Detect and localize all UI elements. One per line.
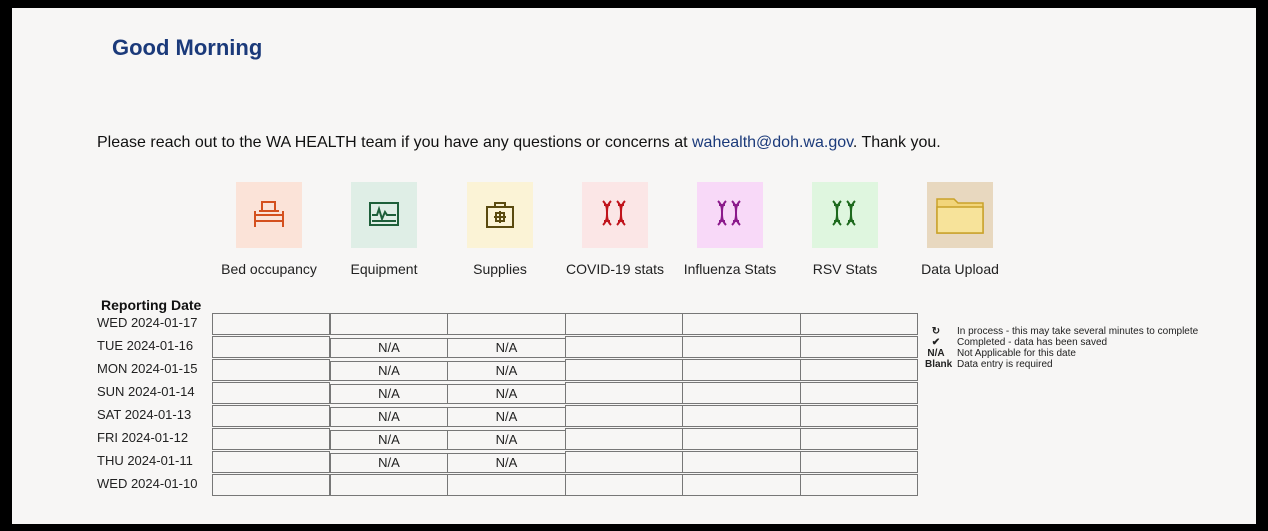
grid-cell-na: N/A	[330, 430, 448, 450]
grid-cell[interactable]	[565, 336, 683, 358]
tile-equipment[interactable]	[351, 182, 417, 248]
email-link[interactable]: wahealth@doh.wa.gov	[692, 134, 853, 151]
grid-cell[interactable]	[682, 474, 801, 496]
grid-cell[interactable]	[330, 313, 448, 335]
reporting-date: MON 2024-01-15	[97, 361, 198, 376]
grid-cell-na: N/A	[330, 361, 448, 381]
grid-cell[interactable]	[800, 313, 918, 335]
first-aid-kit-icon	[486, 202, 514, 228]
tile-label: RSV Stats	[812, 261, 878, 277]
grid-cell[interactable]	[565, 382, 683, 404]
tile-label: Data Upload	[921, 261, 999, 277]
legend-item: N/A Not Applicable for this date	[925, 348, 1076, 359]
dna-icon	[717, 200, 741, 226]
grid-cell[interactable]	[212, 405, 330, 427]
legend-text: Completed - data has been saved	[957, 337, 1108, 348]
legend-item: ↻ In process - this may take several minu…	[925, 326, 1198, 337]
grid-cell-na: N/A	[447, 361, 566, 381]
grid-cell[interactable]	[330, 474, 448, 496]
dna-icon	[602, 200, 626, 226]
grid-cell[interactable]	[447, 313, 566, 335]
grid-cell[interactable]	[800, 451, 918, 473]
grid-cell[interactable]	[212, 451, 330, 473]
contact-notice: Please reach out to the WA HEALTH team i…	[97, 134, 941, 152]
legend-text: Not Applicable for this date	[957, 348, 1076, 359]
tile-supplies[interactable]	[467, 182, 533, 248]
grid-cell[interactable]	[212, 382, 330, 404]
reporting-date: SUN 2024-01-14	[97, 384, 195, 399]
tile-label: COVID-19 stats	[565, 261, 665, 277]
grid-cell[interactable]	[682, 359, 801, 381]
tile-bed-occupancy[interactable]	[236, 182, 302, 248]
legend-text: Data entry is required	[957, 359, 1053, 370]
tile-label: Bed occupancy	[221, 261, 317, 277]
grid-cell[interactable]	[212, 313, 330, 335]
grid-cell[interactable]	[447, 474, 566, 496]
grid-cell[interactable]	[800, 474, 918, 496]
grid-cell[interactable]	[800, 359, 918, 381]
tile-rsv-stats[interactable]	[812, 182, 878, 248]
monitor-icon	[369, 202, 399, 226]
grid-cell[interactable]	[565, 405, 683, 427]
grid-cell[interactable]	[682, 405, 801, 427]
tile-covid-19-stats[interactable]	[582, 182, 648, 248]
grid-cell[interactable]	[565, 474, 683, 496]
bed-icon	[254, 201, 284, 227]
folder-icon	[936, 198, 984, 234]
legend-symbol: Blank	[925, 359, 953, 370]
grid-cell-na: N/A	[330, 453, 448, 473]
grid-cell[interactable]	[565, 428, 683, 450]
grid-cell[interactable]	[212, 336, 330, 358]
grid-cell[interactable]	[800, 428, 918, 450]
page-title: Good Morning	[112, 35, 263, 60]
reporting-date: WED 2024-01-10	[97, 476, 198, 491]
check-icon: ✔	[931, 337, 941, 348]
reporting-date: SAT 2024-01-13	[97, 407, 192, 422]
dna-icon	[832, 200, 856, 226]
grid-cell[interactable]	[682, 382, 801, 404]
grid-cell-na: N/A	[447, 407, 566, 427]
grid-cell-na: N/A	[330, 407, 448, 427]
main-panel: Good Morning Please reach out to the WA …	[12, 8, 1256, 524]
grid-cell[interactable]	[565, 451, 683, 473]
notice-thanks: . Thank you.	[852, 134, 941, 151]
grid-cell[interactable]	[565, 313, 683, 335]
grid-cell[interactable]	[212, 474, 330, 496]
grid-cell-na: N/A	[447, 430, 566, 450]
legend-symbol: N/A	[927, 348, 945, 359]
grid-cell-na: N/A	[447, 453, 566, 473]
grid-cell[interactable]	[682, 428, 801, 450]
grid-cell[interactable]	[682, 451, 801, 473]
grid-cell[interactable]	[682, 336, 801, 358]
grid-cell-na: N/A	[447, 338, 566, 358]
grid-cell-na: N/A	[447, 384, 566, 404]
grid-cell[interactable]	[800, 405, 918, 427]
grid-cell-na: N/A	[330, 338, 448, 358]
reporting-date: THU 2024-01-11	[97, 453, 193, 468]
reporting-date: WED 2024-01-17	[97, 315, 198, 330]
grid-cell-na: N/A	[330, 384, 448, 404]
tile-label: Supplies	[473, 261, 527, 277]
tile-label: Equipment	[350, 261, 418, 277]
tile-label: Influenza Stats	[683, 261, 777, 277]
tile-influenza-stats[interactable]	[697, 182, 763, 248]
notice-text: Please reach out to the WA HEALTH team i…	[97, 134, 692, 151]
legend-item: ✔ Completed - data has been saved	[925, 337, 1107, 348]
reporting-date-header: Reporting Date	[101, 297, 202, 313]
grid-cell[interactable]	[800, 382, 918, 404]
reporting-date: FRI 2024-01-12	[97, 430, 189, 445]
reporting-date: TUE 2024-01-16	[97, 338, 194, 353]
grid-cell[interactable]	[212, 428, 330, 450]
refresh-icon: ↻	[931, 326, 941, 337]
grid-cell[interactable]	[800, 336, 918, 358]
grid-cell[interactable]	[212, 359, 330, 381]
legend-text: In process - this may take several minut…	[957, 326, 1199, 337]
tile-data-upload[interactable]	[927, 182, 993, 248]
grid-cell[interactable]	[682, 313, 801, 335]
grid-cell[interactable]	[565, 359, 683, 381]
legend-item: Blank Data entry is required	[925, 359, 1053, 370]
